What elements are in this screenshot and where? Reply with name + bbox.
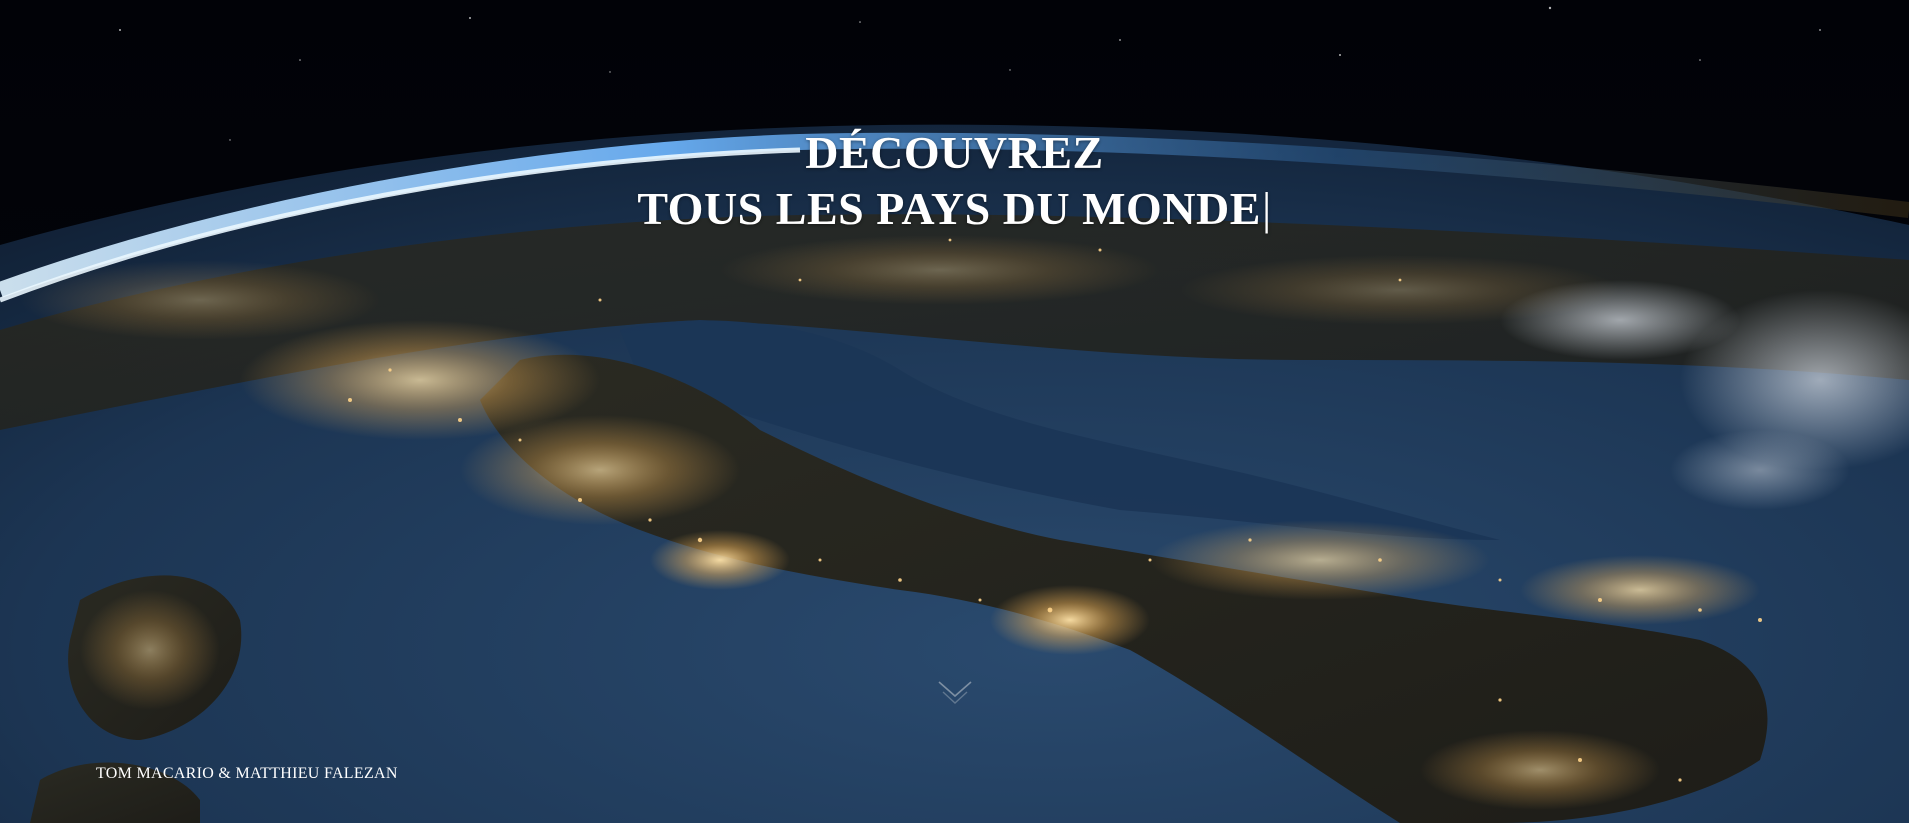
hero-title-line-2-text: TOUS LES PAYS DU MONDE [637, 182, 1261, 234]
hero-title-line-1: DÉCOUVREZ [805, 126, 1104, 178]
scroll-down-button[interactable] [935, 676, 975, 712]
typing-caret: | [1261, 182, 1272, 234]
hero-title: DÉCOUVREZ TOUS LES PAYS DU MONDE| [0, 125, 1909, 237]
chevron-down-icon [938, 681, 972, 704]
author-credits: TOM MACARIO & MATTHIEU FALEZAN [96, 765, 398, 782]
hero-section: DÉCOUVREZ TOUS LES PAYS DU MONDE| TOM MA… [0, 0, 1909, 823]
hero-title-line-2: TOUS LES PAYS DU MONDE| [0, 181, 1909, 237]
